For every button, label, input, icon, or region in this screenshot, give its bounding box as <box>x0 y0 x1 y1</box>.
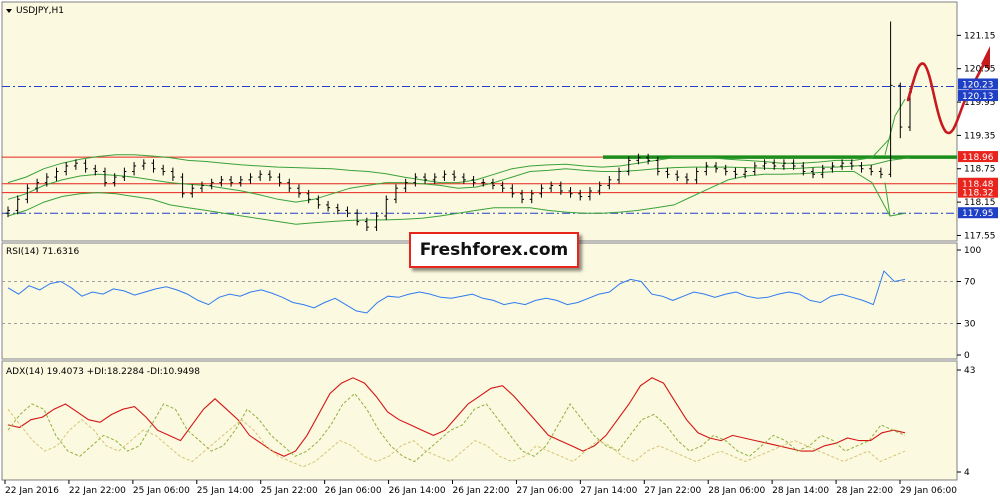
rsi-tick-label: 70 <box>964 278 976 288</box>
price-tick-label: 118.15 <box>964 198 996 208</box>
price-panel <box>1 1 958 242</box>
freshforex-watermark: Freshforex.com <box>409 232 579 268</box>
time-tick-label: 28 Jan 14:00 <box>772 486 829 496</box>
rsi-tick-label: 0 <box>964 351 970 361</box>
price-tag-label: 120.23 <box>962 80 994 90</box>
time-tick-label: 22 Jan 22:00 <box>69 486 126 496</box>
time-tick-label: 25 Jan 14:00 <box>197 486 254 496</box>
price-tick-label: 120.55 <box>964 65 996 75</box>
adx-tick-label: 43 <box>964 366 975 376</box>
price-tick-label: 118.75 <box>964 165 996 175</box>
price-tag: 118.32 <box>958 186 998 199</box>
time-tick-label: 27 Jan 22:00 <box>644 486 701 496</box>
price-title: USDJPY,H1 <box>16 6 64 16</box>
time-tick-label: 29 Jan 06:00 <box>900 486 957 496</box>
time-tick-label: 28 Jan 22:00 <box>836 486 893 496</box>
price-tag-label: 118.96 <box>962 153 994 163</box>
adx-title: ADX(14) 19.4073 +DI:18.2284 -DI:10.9498 <box>6 367 200 377</box>
time-tick-label: 26 Jan 14:00 <box>389 486 446 496</box>
price-tick-label: 121.15 <box>964 31 996 41</box>
price-tag-label: 117.95 <box>962 209 994 219</box>
time-tick-label: 25 Jan 06:00 <box>133 486 190 496</box>
rsi-title: RSI(14) 71.6316 <box>6 247 79 257</box>
time-tick-label: 26 Jan 06:00 <box>325 486 382 496</box>
price-tick-label: 117.55 <box>964 231 996 241</box>
rsi-tick-label: 100 <box>964 246 981 256</box>
price-tick-label: 119.35 <box>964 131 996 141</box>
price-tag: 118.96 <box>958 151 998 163</box>
time-tick-label: 26 Jan 22:00 <box>453 486 510 496</box>
price-tag-label: 120.13 <box>962 92 994 102</box>
time-tick-label: 28 Jan 06:00 <box>708 486 765 496</box>
time-tick-label: 25 Jan 22:00 <box>261 486 318 496</box>
price-tag: 120.23 <box>958 78 998 90</box>
time-tick-label: 22 Jan 2016 <box>5 486 59 496</box>
price-tag-label: 118.32 <box>962 189 994 199</box>
time-tick-label: 27 Jan 06:00 <box>516 486 573 496</box>
rsi-tick-label: 30 <box>964 320 976 330</box>
adx-tick-label: 4 <box>964 468 970 478</box>
adx-panel <box>1 360 958 481</box>
price-tag: 120.13 <box>958 90 998 102</box>
time-tick-label: 27 Jan 14:00 <box>580 486 637 496</box>
price-tag: 117.95 <box>958 207 998 219</box>
